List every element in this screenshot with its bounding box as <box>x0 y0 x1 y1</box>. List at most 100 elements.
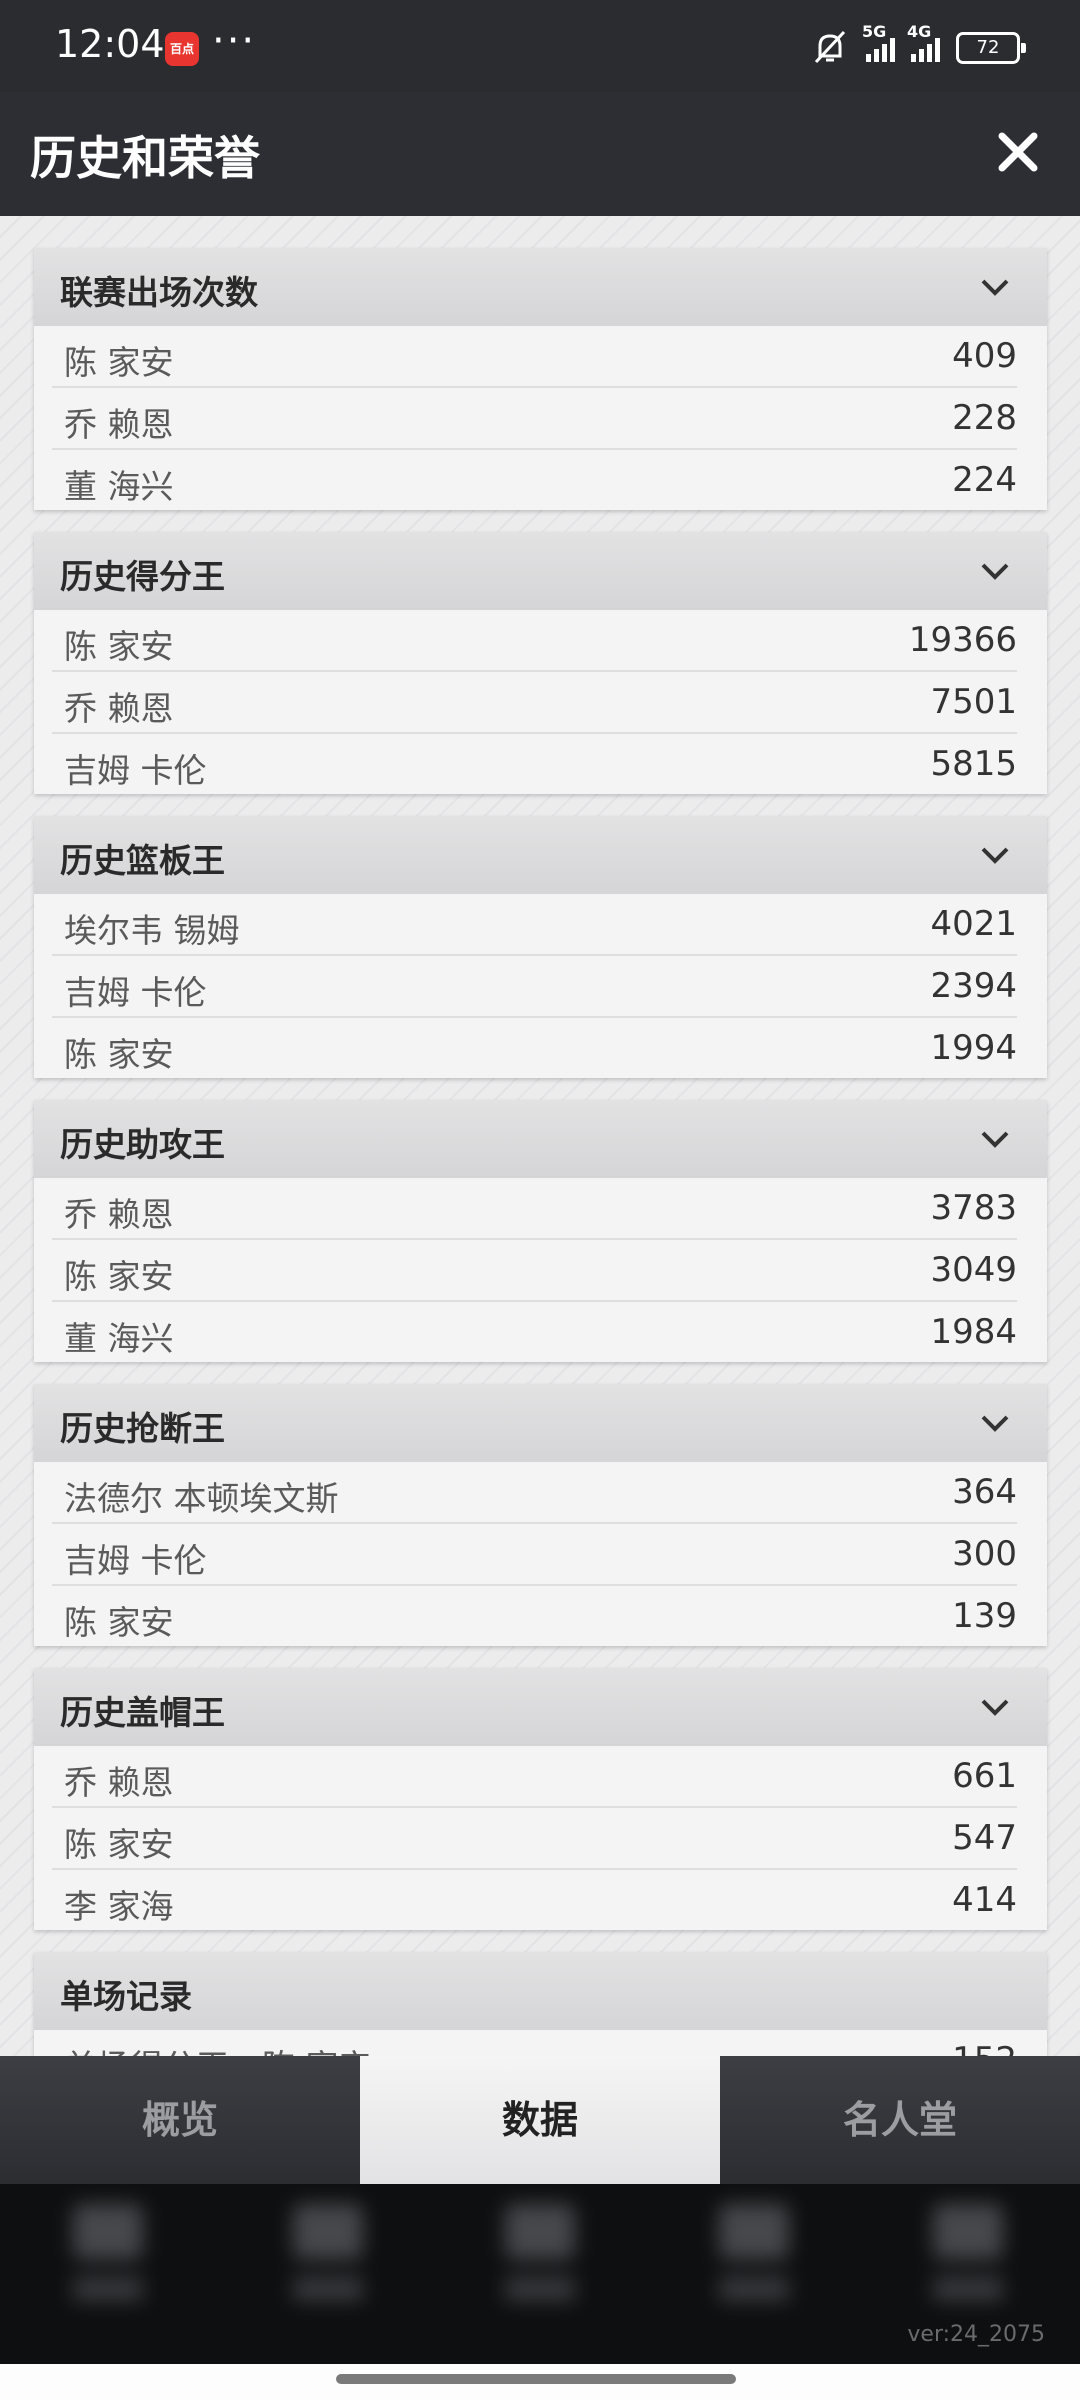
player-name: 陈 家安 <box>64 343 174 382</box>
table-row: 陈 家安 19366 <box>52 610 1017 672</box>
player-name: 乔 赖恩 <box>64 405 174 444</box>
table-row: 法德尔 本顿埃文斯 364 <box>52 1462 1017 1524</box>
section-header[interactable]: 联赛出场次数 <box>34 248 1047 326</box>
stat-value: 3049 <box>930 1250 1017 1290</box>
close-icon[interactable] <box>986 120 1050 184</box>
table-row: 乔 赖恩 661 <box>52 1746 1017 1808</box>
table-row: 吉姆 卡伦 300 <box>52 1524 1017 1586</box>
more-notifications-icon: ··· <box>212 18 257 64</box>
section-header[interactable]: 历史抢断王 <box>34 1384 1047 1462</box>
page-title: 历史和荣誉 <box>30 131 260 185</box>
gesture-bar-area <box>0 2364 1080 2400</box>
tab-data[interactable]: 数据 <box>360 2056 720 2186</box>
stats-list[interactable]: 联赛出场次数 陈 家安 409 乔 赖恩 228 董 海兴 224 历史得分王 陈 家… <box>0 216 1080 2056</box>
status-time: 12:04 <box>55 22 165 66</box>
stat-value: 3783 <box>930 1188 1017 1228</box>
home-indicator[interactable] <box>336 2374 736 2384</box>
player-name: 埃尔韦 锡姆 <box>64 911 240 950</box>
table-row: 董 海兴 224 <box>52 450 1017 510</box>
tab-hall-of-fame[interactable]: 名人堂 <box>720 2056 1080 2184</box>
record-name: 单场得分王：陈 家安 <box>64 2040 372 2056</box>
section-title: 历史抢断王 <box>60 1409 225 1448</box>
player-name: 陈 家安 <box>64 1603 174 1642</box>
chevron-down-icon[interactable] <box>977 1408 1013 1438</box>
chevron-down-icon[interactable] <box>977 1692 1013 1722</box>
signal-5g-icon: 5G <box>862 22 895 62</box>
stat-value: 19366 <box>908 620 1017 660</box>
section-header[interactable]: 历史盖帽王 <box>34 1668 1047 1746</box>
stat-value: 7501 <box>930 682 1017 722</box>
tab-bar: 概览 数据 名人堂 <box>0 2056 1080 2186</box>
section-points: 历史得分王 陈 家安 19366 乔 赖恩 7501 吉姆 卡伦 5815 <box>34 532 1047 794</box>
tab-overview[interactable]: 概览 <box>0 2056 360 2184</box>
table-row: 吉姆 卡伦 5815 <box>52 734 1017 794</box>
section-header[interactable]: 历史助攻王 <box>34 1100 1047 1178</box>
player-name: 乔 赖恩 <box>64 1195 174 1234</box>
status-indicators: 5G 4G 72 <box>810 22 1026 68</box>
chevron-down-icon[interactable] <box>977 840 1013 870</box>
signal-4g-icon: 4G <box>907 22 940 62</box>
blurred-nav-icon <box>500 2204 580 2334</box>
player-name: 陈 家安 <box>64 1825 174 1864</box>
stat-value: 364 <box>952 1472 1017 1512</box>
table-row: 董 海兴 1984 <box>52 1302 1017 1362</box>
player-name: 董 海兴 <box>64 1319 174 1358</box>
table-row: 陈 家安 1994 <box>52 1018 1017 1078</box>
stat-value: 1994 <box>930 1028 1017 1068</box>
table-row: 乔 赖恩 228 <box>52 388 1017 450</box>
stat-value: 1984 <box>930 1312 1017 1352</box>
stat-value: 661 <box>952 1756 1017 1796</box>
net-label-5g: 5G <box>862 22 887 41</box>
stat-value: 5815 <box>930 744 1017 784</box>
blurred-nav-icon <box>928 2204 1008 2334</box>
table-row: 乔 赖恩 7501 <box>52 672 1017 734</box>
version-label: ver:24_2075 <box>907 2322 1045 2347</box>
section-title: 单场记录 <box>60 1977 192 2016</box>
player-name: 乔 赖恩 <box>64 689 174 728</box>
stat-value: 152 <box>952 2040 1017 2056</box>
stat-value: 224 <box>952 460 1017 500</box>
background-nav-overlay: ver:24_2075 <box>0 2184 1080 2364</box>
player-name: 吉姆 卡伦 <box>64 751 207 790</box>
table-row: 单场得分王：陈 家安 152 <box>52 2030 1017 2056</box>
mute-icon <box>814 30 846 64</box>
blurred-nav-icon <box>68 2204 148 2334</box>
app-header: 历史和荣誉 <box>0 92 1080 216</box>
section-steals: 历史抢断王 法德尔 本顿埃文斯 364 吉姆 卡伦 300 陈 家安 139 <box>34 1384 1047 1646</box>
table-row: 乔 赖恩 3783 <box>52 1178 1017 1240</box>
table-row: 陈 家安 3049 <box>52 1240 1017 1302</box>
player-name: 陈 家安 <box>64 1035 174 1074</box>
stat-value: 414 <box>952 1880 1017 1920</box>
player-name: 陈 家安 <box>64 627 174 666</box>
battery-icon: 72 <box>956 32 1026 64</box>
section-title: 历史篮板王 <box>60 841 225 880</box>
section-single-game-records: 单场记录 单场得分王：陈 家安 152 <box>34 1952 1047 2056</box>
section-title: 联赛出场次数 <box>60 273 258 312</box>
player-name: 吉姆 卡伦 <box>64 973 207 1012</box>
table-row: 吉姆 卡伦 2394 <box>52 956 1017 1018</box>
chevron-down-icon[interactable] <box>977 556 1013 586</box>
stat-value: 139 <box>952 1596 1017 1636</box>
table-row: 陈 家安 139 <box>52 1586 1017 1646</box>
section-rebounds: 历史篮板王 埃尔韦 锡姆 4021 吉姆 卡伦 2394 陈 家安 1994 <box>34 816 1047 1078</box>
table-row: 埃尔韦 锡姆 4021 <box>52 894 1017 956</box>
net-label-4g: 4G <box>907 22 932 41</box>
chevron-down-icon[interactable] <box>977 1124 1013 1154</box>
section-header[interactable]: 历史得分王 <box>34 532 1047 610</box>
player-name: 法德尔 本顿埃文斯 <box>64 1479 339 1518</box>
blurred-nav-icon <box>288 2204 368 2334</box>
stat-value: 4021 <box>930 904 1017 944</box>
blurred-nav-icon <box>714 2204 794 2334</box>
player-name: 李 家海 <box>64 1887 174 1926</box>
stat-value: 228 <box>952 398 1017 438</box>
chevron-down-icon[interactable] <box>977 272 1013 302</box>
player-name: 董 海兴 <box>64 467 174 506</box>
player-name: 吉姆 卡伦 <box>64 1541 207 1580</box>
section-header[interactable]: 单场记录 <box>34 1952 1047 2030</box>
stat-value: 547 <box>952 1818 1017 1858</box>
section-title: 历史得分王 <box>60 557 225 596</box>
player-name: 乔 赖恩 <box>64 1763 174 1802</box>
section-appearances: 联赛出场次数 陈 家安 409 乔 赖恩 228 董 海兴 224 <box>34 248 1047 510</box>
section-header[interactable]: 历史篮板王 <box>34 816 1047 894</box>
stat-value: 2394 <box>930 966 1017 1006</box>
